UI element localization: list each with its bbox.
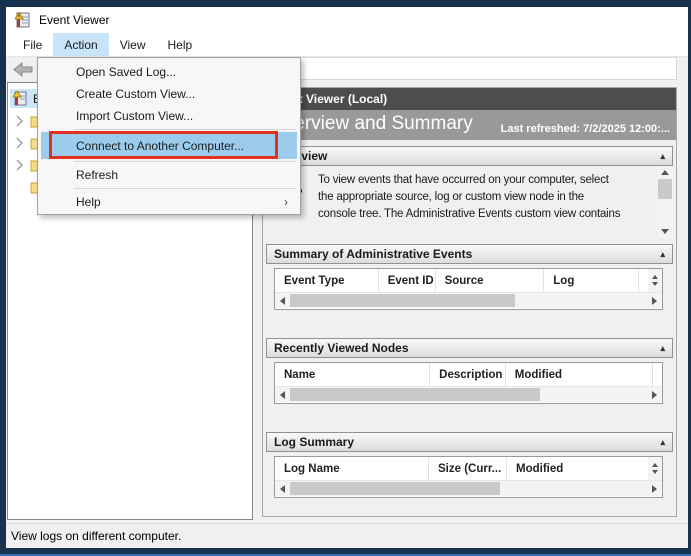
- menu-file[interactable]: File: [12, 33, 53, 56]
- col-size-current[interactable]: Size (Curr...: [429, 457, 507, 480]
- menu-item-import-custom-view[interactable]: Import Custom View...: [38, 105, 300, 127]
- overview-line: the appropriate source, log or custom vi…: [318, 191, 584, 203]
- menu-separator: [74, 188, 296, 189]
- log-summary-table: Log Name Size (Curr... Modified: [274, 456, 663, 498]
- summary-table-zone: Event Type Event ID Source Log L: [266, 268, 673, 326]
- action-menu-popup: Open Saved Log... Create Custom View... …: [37, 57, 301, 215]
- scroll-up-icon[interactable]: [652, 463, 658, 467]
- overview-summary-header: Overview and Summary Last refreshed: 7/2…: [263, 110, 676, 140]
- scrollbar-thumb[interactable]: [290, 294, 515, 307]
- section-log-summary-header[interactable]: Log Summary ▴: [266, 432, 673, 452]
- collapse-icon[interactable]: ▴: [660, 249, 665, 260]
- col-last-truncated[interactable]: L: [639, 269, 648, 292]
- overview-line: console tree. The Administrative Events …: [318, 208, 621, 220]
- col-log-name[interactable]: Log Name: [275, 457, 429, 480]
- log-summary-horizontal-scrollbar[interactable]: [275, 480, 662, 496]
- overview-line: To view events that have occurred on you…: [318, 174, 609, 186]
- overview-vertical-scrollbar[interactable]: [657, 166, 673, 238]
- scroll-up-icon[interactable]: [652, 275, 658, 279]
- scroll-left-icon[interactable]: [275, 293, 290, 308]
- menu-item-help-label: Help: [76, 195, 101, 209]
- menu-action[interactable]: Action: [53, 33, 109, 56]
- event-viewer-window: Event Viewer File Action View Help Event…: [6, 7, 688, 548]
- event-viewer-node-icon: [13, 91, 27, 106]
- section-overview-title: Overview: [274, 149, 660, 163]
- section-overview-header[interactable]: Overview ▴: [266, 146, 673, 166]
- scroll-right-icon[interactable]: [647, 293, 662, 308]
- col-created-truncated[interactable]: C: [653, 363, 662, 386]
- collapse-icon[interactable]: ▴: [660, 437, 665, 448]
- scroll-down-icon[interactable]: [657, 225, 673, 238]
- menu-item-connect-to-another-computer[interactable]: Connect to Another Computer...: [41, 132, 297, 159]
- col-name[interactable]: Name: [275, 363, 431, 386]
- menu-help[interactable]: Help: [157, 33, 204, 56]
- summary-table: Event Type Event ID Source Log L: [274, 268, 663, 310]
- col-description[interactable]: Description: [430, 363, 506, 386]
- log-summary-table-zone: Log Name Size (Curr... Modified: [266, 456, 673, 514]
- event-viewer-app-icon: [15, 12, 30, 28]
- scroll-up-icon[interactable]: [657, 166, 673, 179]
- window-title: Event Viewer: [39, 13, 110, 27]
- section-log-summary-title: Log Summary: [274, 435, 355, 449]
- collapse-icon[interactable]: ▴: [660, 151, 665, 162]
- section-recent-header[interactable]: Recently Viewed Nodes ▴: [266, 338, 673, 358]
- recent-horizontal-scrollbar[interactable]: [275, 386, 662, 402]
- back-arrow-icon[interactable]: [13, 62, 33, 77]
- menu-separator: [74, 129, 296, 130]
- scrollbar-thumb[interactable]: [290, 388, 540, 401]
- section-recently-viewed: Recently Viewed Nodes ▴ Name Description…: [266, 338, 673, 420]
- scrollbar-thumb[interactable]: [658, 179, 672, 199]
- menu-item-help[interactable]: Help ›: [38, 191, 300, 213]
- tree-expander-icon[interactable]: [16, 158, 24, 171]
- section-summary-admin-events: Summary of Administrative Events ▴ Event…: [266, 244, 673, 326]
- menu-item-open-saved-log[interactable]: Open Saved Log...: [38, 61, 300, 83]
- section-summary-title: Summary of Administrative Events: [274, 247, 473, 261]
- status-bar: View logs on different computer.: [6, 523, 688, 548]
- menu-view[interactable]: View: [109, 33, 157, 56]
- section-overview: Overview ▴ To view events that have occu…: [266, 146, 673, 238]
- content-local-header: Event Viewer (Local): [263, 88, 676, 110]
- log-summary-table-header-row: Log Name Size (Curr... Modified: [275, 457, 662, 480]
- col-event-id[interactable]: Event ID: [379, 269, 436, 292]
- tree-expander-icon[interactable]: [16, 114, 24, 127]
- menu-separator: [74, 161, 296, 162]
- recent-table-zone: Name Description Modified C: [266, 362, 673, 420]
- scroll-down-icon[interactable]: [652, 282, 658, 286]
- scroll-left-icon[interactable]: [275, 387, 290, 402]
- table-vertical-scrollbar[interactable]: [648, 269, 662, 292]
- section-recent-title: Recently Viewed Nodes: [274, 341, 409, 355]
- scroll-right-icon[interactable]: [647, 481, 662, 496]
- submenu-arrow-icon: ›: [284, 195, 288, 209]
- col-source[interactable]: Source: [436, 269, 545, 292]
- scroll-left-icon[interactable]: [275, 481, 290, 496]
- section-summary-header[interactable]: Summary of Administrative Events ▴: [266, 244, 673, 264]
- recent-table: Name Description Modified C: [274, 362, 663, 404]
- content-top-strip: [262, 57, 677, 80]
- status-text: View logs on different computer.: [11, 529, 182, 543]
- col-modified[interactable]: Modified: [507, 457, 648, 480]
- col-event-type[interactable]: Event Type: [275, 269, 379, 292]
- desktop-frame: Event Viewer File Action View Help Event…: [0, 0, 691, 556]
- summary-horizontal-scrollbar[interactable]: [275, 292, 662, 308]
- overview-body: To view events that have occurred on you…: [266, 166, 673, 238]
- last-refreshed-text: Last refreshed: 7/2/2025 12:00:...: [500, 123, 670, 135]
- menu-item-create-custom-view[interactable]: Create Custom View...: [38, 83, 300, 105]
- content-panel: Event Viewer (Local) Overview and Summar…: [262, 87, 677, 517]
- summary-table-header-row: Event Type Event ID Source Log L: [275, 269, 662, 292]
- scrollbar-thumb[interactable]: [290, 482, 500, 495]
- tree-expander-icon[interactable]: [16, 136, 24, 149]
- menu-bar: File Action View Help: [6, 33, 688, 57]
- section-log-summary: Log Summary ▴ Log Name Size (Curr... Mod…: [266, 432, 673, 514]
- menu-item-refresh[interactable]: Refresh: [38, 164, 300, 186]
- col-modified[interactable]: Modified: [506, 363, 654, 386]
- overview-text: To view events that have occurred on you…: [318, 172, 653, 223]
- collapse-icon[interactable]: ▴: [660, 343, 665, 354]
- scroll-right-icon[interactable]: [647, 387, 662, 402]
- table-vertical-scrollbar[interactable]: [648, 457, 662, 480]
- col-log[interactable]: Log: [544, 269, 640, 292]
- title-bar: Event Viewer: [6, 7, 688, 33]
- scroll-down-icon[interactable]: [652, 470, 658, 474]
- recent-table-header-row: Name Description Modified C: [275, 363, 662, 386]
